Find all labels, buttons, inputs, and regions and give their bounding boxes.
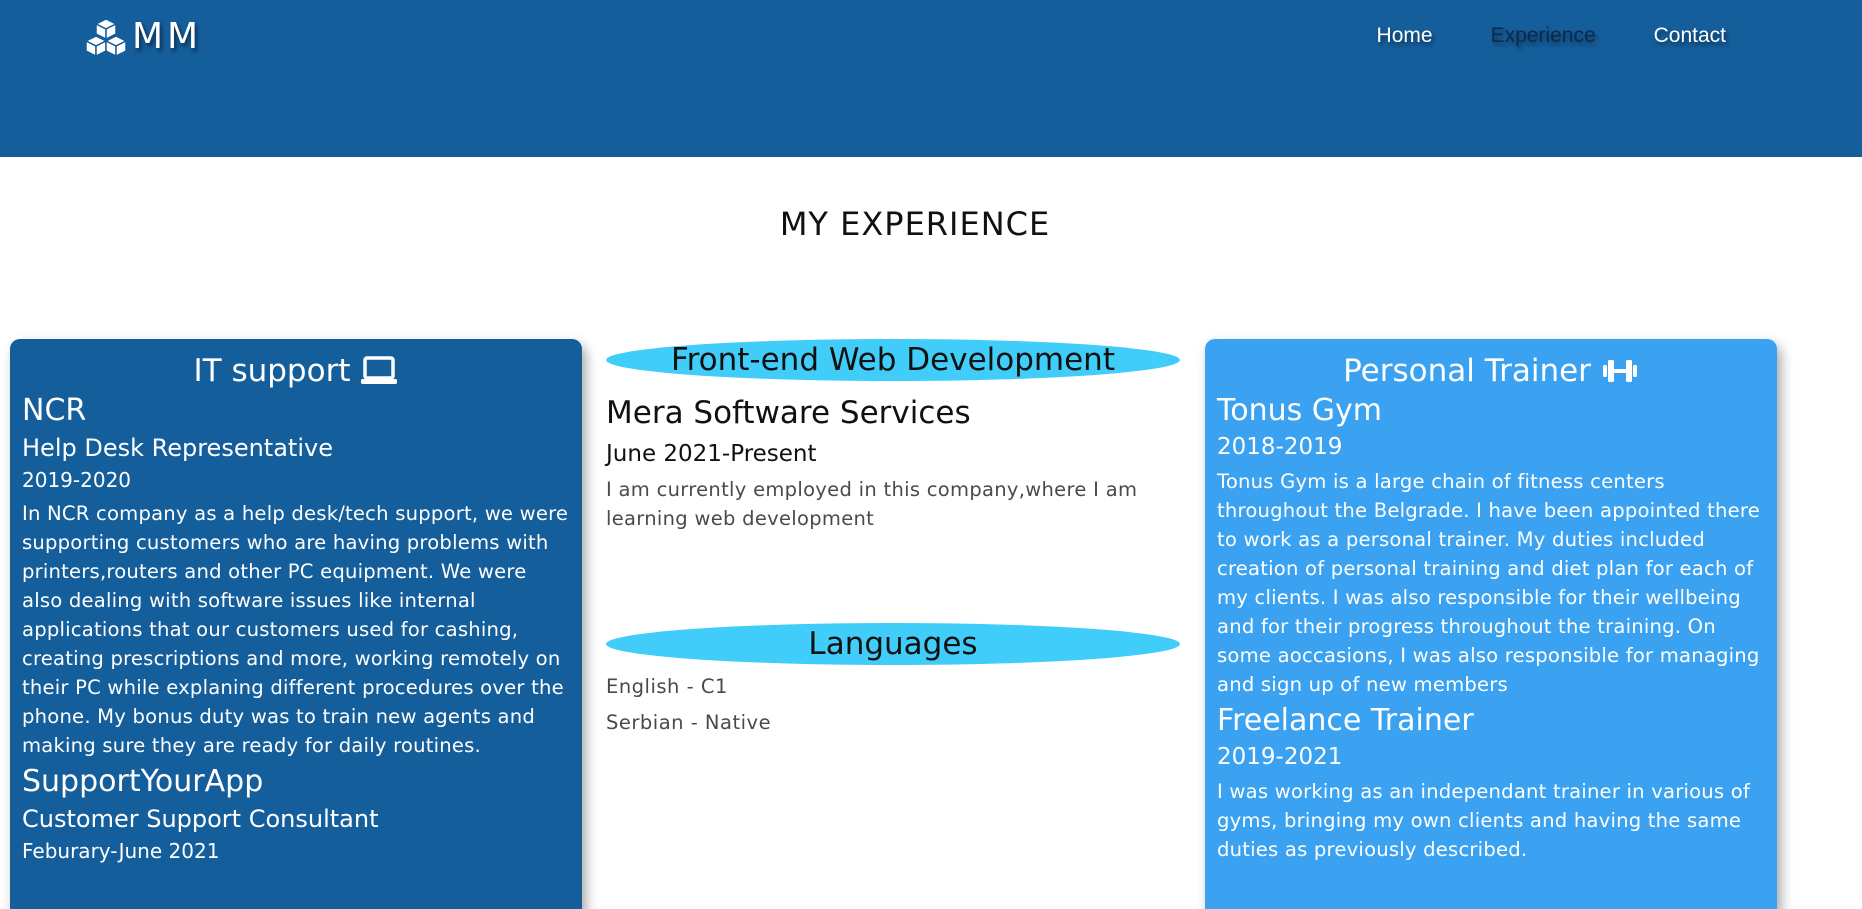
languages-heading: Languages: [606, 623, 1180, 665]
main-nav: Home Experience Contact: [1377, 24, 1726, 48]
job-company: SupportYourApp: [22, 764, 264, 799]
language-item: English - C1: [606, 675, 728, 698]
nav-home[interactable]: Home: [1377, 24, 1433, 48]
job-role: Help Desk Representative: [22, 434, 333, 462]
job-description: In NCR company as a help desk/tech suppo…: [22, 502, 569, 757]
job-description: Tonus Gym is a large chain of fitness ce…: [1217, 470, 1760, 696]
job-period: 2018-2019: [1217, 434, 1343, 460]
laptop-icon: [361, 356, 398, 384]
logo[interactable]: MM: [84, 16, 202, 57]
page-title: MY EXPERIENCE: [779, 205, 1051, 243]
logo-text: MM: [132, 16, 203, 57]
web-dev-description: I am currently employed in this company,…: [606, 478, 1138, 530]
header-bar: MM Home Experience Contact: [0, 0, 1862, 157]
personal-trainer-title: Personal Trainer: [1217, 353, 1765, 389]
web-dev-heading: Front-end Web Development: [606, 339, 1180, 381]
job-company: Tonus Gym: [1217, 393, 1382, 428]
it-support-card: IT support NCR Help Desk Representative …: [10, 339, 582, 909]
job-role: Customer Support Consultant: [22, 805, 379, 833]
it-support-title-text: IT support: [193, 353, 351, 389]
middle-column: Front-end Web Development Mera Software …: [606, 339, 1180, 737]
web-dev-period: June 2021-Present: [606, 441, 817, 467]
web-dev-company: Mera Software Services: [606, 395, 971, 431]
nav-contact[interactable]: Contact: [1654, 24, 1726, 48]
job-company: NCR: [22, 393, 87, 428]
dumbbell-icon: [1602, 360, 1637, 382]
nav-experience[interactable]: Experience: [1491, 24, 1596, 48]
job-period: 2019-2020: [22, 468, 132, 492]
job-period: Feburary-June 2021: [22, 839, 220, 863]
job-period: 2019-2021: [1217, 744, 1343, 770]
personal-trainer-title-text: Personal Trainer: [1343, 353, 1591, 389]
language-item: Serbian - Native: [606, 711, 772, 734]
personal-trainer-card: Personal Trainer Tonus Gym 2018-2019 Ton…: [1205, 339, 1777, 909]
job-company: Freelance Trainer: [1217, 703, 1474, 738]
cubes-icon: [84, 17, 128, 57]
job-description: I was working as an independant trainer …: [1217, 780, 1751, 861]
it-support-title: IT support: [22, 353, 570, 389]
